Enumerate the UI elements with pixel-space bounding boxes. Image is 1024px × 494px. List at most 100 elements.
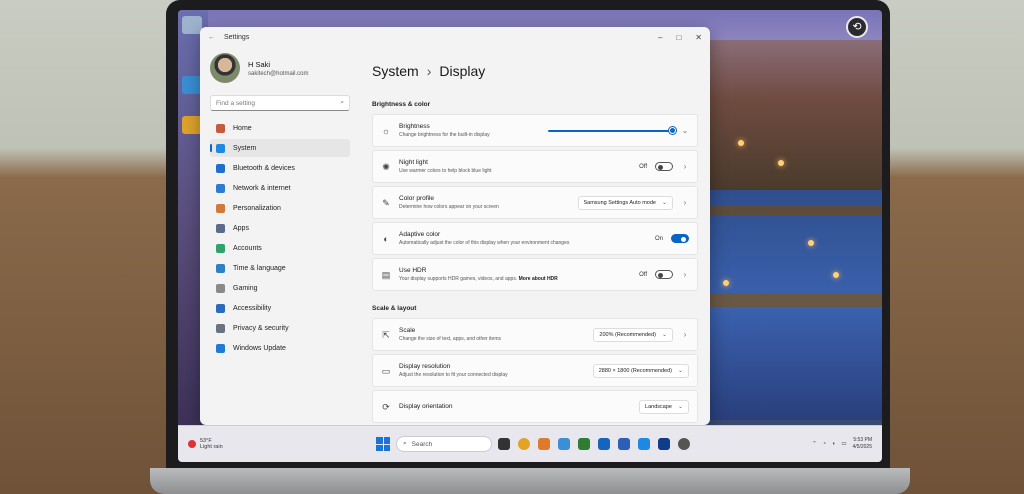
samsung-app-icon[interactable] [618,438,630,450]
screen: ⟲ ← Settings – □ ✕ H Saki sakitech@hotma… [178,10,882,462]
resolution-dropdown[interactable]: 2880 × 1800 (Recommended) ⌄ [592,363,689,378]
snipping-tool-icon[interactable] [638,438,650,450]
scale-dropdown[interactable]: 200% (Recommended) ⌄ [593,327,673,342]
sidebar-item-windows-update[interactable]: Windows Update [210,339,350,357]
night-light-icon: ✺ [382,161,390,172]
outlook-icon[interactable] [658,438,670,450]
sidebar-item-accounts[interactable]: Accounts [210,239,350,257]
orientation-dropdown[interactable]: Landscape ⌄ [639,399,689,414]
night-light-row[interactable]: ✺ Night light Use warmer colors to help … [372,150,698,183]
system-icon [216,143,225,153]
chevron-up-icon[interactable]: ⌃ [812,441,817,447]
more-about-hdr-link[interactable]: More about HDR [519,276,558,282]
home-icon [216,123,225,133]
back-button[interactable]: ← [208,34,224,41]
wifi-icon[interactable]: ◔ [823,441,826,447]
taskbar-search[interactable]: ⌕ Search [396,436,492,452]
chrome-icon[interactable] [518,438,530,450]
sidebar-item-bluetooth-devices[interactable]: Bluetooth & devices [210,159,350,177]
sidebar-item-apps[interactable]: Apps [210,219,350,237]
sidebar-item-home[interactable]: Home [210,119,350,137]
accessibility-icon [216,303,225,313]
avatar [210,53,240,83]
orientation-title: Display orientation [399,403,453,410]
color-profile-dropdown[interactable]: Samsung Settings Auto mode ⌄ [577,195,673,210]
apps-icon [216,223,225,233]
clock[interactable]: 5:53 PM 4/5/2025 [853,437,872,451]
settings-window: ← Settings – □ ✕ H Saki sakitech@hotmail… [200,27,710,425]
sidebar-item-system[interactable]: System [210,139,350,157]
chevron-down-icon[interactable]: ⌄ [681,126,689,135]
settings-gear-icon[interactable] [678,438,690,450]
hdr-subtitle: Your display supports HDR games, videos,… [399,276,558,282]
brightness-slider[interactable] [548,126,676,134]
accounts-icon [216,243,225,253]
clock-date: 4/5/2025 [852,444,872,450]
mail-icon[interactable] [598,438,610,450]
chevron-down-icon: ⌄ [661,200,667,206]
brightness-row[interactable]: ☼ Brightness Change brightness for the b… [372,114,698,147]
title-bar: ← Settings – □ ✕ [200,27,710,47]
sidebar-item-label: Privacy & security [233,324,289,332]
sidebar-item-gaming[interactable]: Gaming [210,279,350,297]
copilot-icon[interactable] [538,438,550,450]
hdr-toggle[interactable] [655,270,673,279]
brightness-slider-thumb[interactable] [669,126,676,134]
hdr-title: Use HDR [399,267,427,274]
edge-icon[interactable] [558,438,570,450]
section-brightness-color: Brightness & color [372,101,431,108]
maximize-button[interactable]: □ [676,33,681,42]
sidebar-item-time-language[interactable]: Time & language [210,259,350,277]
search-input[interactable]: Find a setting ⌕ [210,95,350,111]
edge-desktop-icon[interactable] [182,76,202,94]
chevron-right-icon[interactable]: › [681,198,689,207]
night-light-toggle[interactable] [655,162,673,171]
sidebar-item-network-internet[interactable]: Network & internet [210,179,350,197]
chevron-right-icon[interactable]: › [681,162,689,171]
search-icon: ⌕ [340,99,344,106]
sidebar-item-label: Network & internet [233,184,291,192]
bluetooth-devices-icon [216,163,225,173]
store-icon[interactable] [578,438,590,450]
hdr-state: Off [639,271,647,278]
task-view-icon[interactable] [498,438,510,450]
sidebar-item-label: Accessibility [233,304,272,312]
scale-row: ⇱ Scale Change the size of text, apps, a… [372,318,698,351]
hdr-row[interactable]: ▤ Use HDR Your display supports HDR game… [372,258,698,291]
volume-icon[interactable]: ◖ [832,441,835,447]
laptop-base [150,468,910,494]
search-icon: ⌕ [403,440,407,447]
orientation-value: Landscape [645,403,672,410]
breadcrumb-system[interactable]: System [372,63,419,79]
breadcrumb: System › Display [372,47,698,79]
sidebar-item-personalization[interactable]: Personalization [210,199,350,217]
sidebar-item-label: Personalization [233,204,281,212]
resolution-subtitle: Adjust the resolution to fit your connec… [399,372,508,378]
sun-icon: ☼ [381,125,391,136]
close-button[interactable]: ✕ [695,33,702,42]
search-placeholder: Find a setting [216,99,256,107]
color-profile-row: ✎ Color profile Determine how colors app… [372,186,698,219]
start-button[interactable] [376,437,390,451]
sidebar-item-accessibility[interactable]: Accessibility [210,299,350,317]
overlay-app-icon[interactable]: ⟲ [846,16,868,38]
orientation-icon: ⟳ [382,401,390,412]
sidebar-item-privacy-security[interactable]: Privacy & security [210,319,350,337]
brightness-subtitle: Change brightness for the built-in displ… [399,132,490,138]
profile[interactable]: H Saki sakitech@hotmail.com [206,47,354,91]
gaming-icon [216,283,225,293]
minimize-button[interactable]: – [658,33,662,42]
battery-icon[interactable]: ▭ [841,441,846,447]
chevron-right-icon[interactable]: › [681,330,689,339]
scale-title: Scale [399,327,416,334]
chevron-right-icon[interactable]: › [681,270,689,279]
recycle-bin-icon[interactable] [182,16,202,34]
profile-name: H Saki [248,59,271,69]
chrome-desktop-icon[interactable] [182,116,202,134]
system-tray: ⌃ ◔ ◖ ▭ 5:53 PM 4/5/2025 [812,437,872,451]
adaptive-color-toggle[interactable] [671,234,689,243]
weather-widget[interactable]: 53°F Light rain [188,438,376,450]
sidebar-item-label: Time & language [233,264,286,272]
night-light-title: Night light [399,159,428,166]
taskbar-apps [498,438,690,450]
